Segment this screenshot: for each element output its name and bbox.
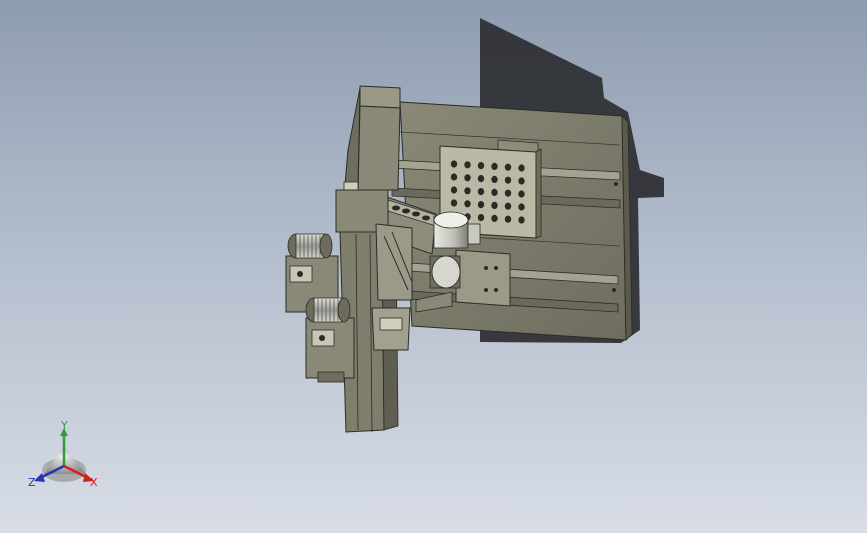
block-hole	[504, 189, 512, 197]
block-hole	[450, 186, 458, 194]
block-hole	[504, 215, 512, 223]
block-hole	[504, 202, 512, 210]
block-hole	[477, 201, 485, 209]
z-axis-arrow	[34, 473, 45, 482]
block-hole	[477, 188, 485, 196]
x-axis-label: X	[90, 476, 98, 489]
block-hole	[450, 173, 458, 181]
block-hole	[491, 188, 498, 196]
block-hole	[491, 175, 498, 183]
block-hole	[450, 160, 458, 168]
lower-coil-unit	[305, 297, 355, 383]
block-hole	[518, 164, 525, 172]
block-hole	[491, 201, 498, 209]
block-hole	[464, 187, 471, 195]
block-hole	[518, 190, 525, 198]
vertical-column	[343, 85, 401, 197]
block-hole	[477, 214, 485, 222]
coordinate-triad: Y X Z	[28, 419, 104, 492]
block-hole	[504, 163, 512, 171]
cad-viewport[interactable]: Y X Z	[0, 0, 867, 533]
block-hole	[518, 216, 525, 224]
block-hole	[477, 175, 485, 183]
block-hole	[518, 177, 525, 185]
block-hole	[450, 199, 458, 207]
block-hole	[491, 162, 498, 170]
block-hole	[464, 161, 471, 169]
block-hole	[464, 174, 471, 182]
z-axis-label: Z	[28, 476, 36, 489]
block-hole	[477, 162, 485, 170]
block-hole	[491, 214, 498, 222]
block-hole	[518, 203, 525, 211]
block-hole	[504, 176, 512, 184]
block-hole	[464, 200, 471, 208]
cad-model-render[interactable]	[0, 0, 867, 533]
y-axis-label: Y	[60, 420, 68, 432]
